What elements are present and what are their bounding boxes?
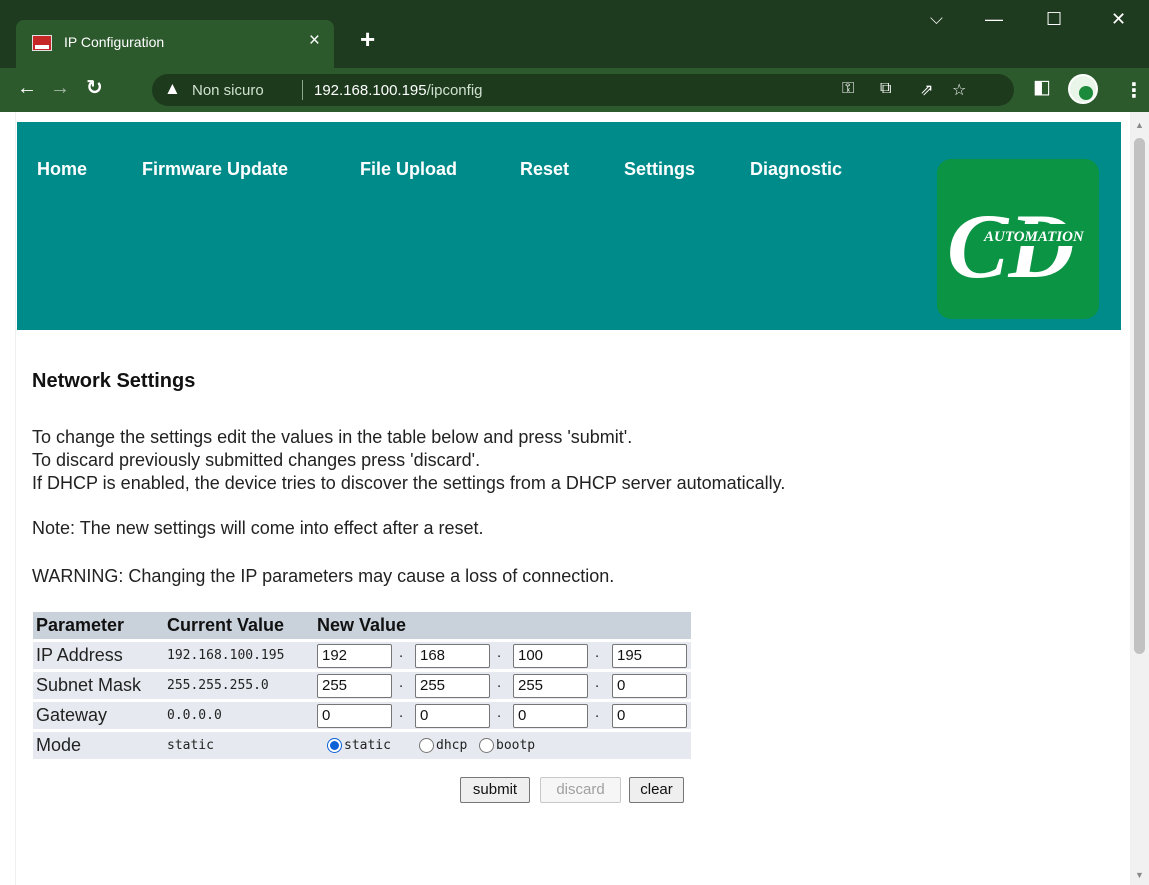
current-value: static xyxy=(167,738,214,753)
back-icon[interactable]: ← xyxy=(17,78,37,98)
url-text[interactable]: 192.168.100.195/ipconfig xyxy=(314,82,483,99)
ip-octet-3-input[interactable]: 100 xyxy=(513,644,588,668)
address-separator xyxy=(302,80,303,100)
insecure-label[interactable]: Non sicuro xyxy=(192,82,264,99)
browser-titlebar: IP Configuration × + ⌵ — ☐ ✕ xyxy=(0,0,1149,68)
cd-automation-logo: CD AUTOMATION xyxy=(937,159,1099,319)
url-host: 192.168.100.195 xyxy=(314,82,427,99)
octet-separator: . xyxy=(497,674,502,691)
header-current-value: Current Value xyxy=(167,615,285,635)
intro-line-1: To change the settings edit the values i… xyxy=(32,427,633,447)
page-title: Network Settings xyxy=(32,370,196,392)
forward-icon[interactable]: → xyxy=(50,78,70,98)
nav-firmware-update[interactable]: Firmware Update xyxy=(142,159,288,180)
warning-text: WARNING: Changing the IP parameters may … xyxy=(32,566,615,586)
intro-line-2: To discard previously submitted changes … xyxy=(32,450,481,470)
gateway-octet-2-input[interactable]: 0 xyxy=(415,704,490,728)
mode-dhcp-label[interactable]: dhcp xyxy=(436,732,467,759)
note-text: Note: The new settings will come into ef… xyxy=(32,518,484,538)
gateway-octet-1-input[interactable]: 0 xyxy=(317,704,392,728)
mode-bootp-radio[interactable] xyxy=(479,738,494,753)
share-icon[interactable]: ⇗ xyxy=(920,80,933,100)
scroll-down-icon[interactable]: ▼ xyxy=(1135,870,1144,880)
key-icon[interactable]: ⚿ xyxy=(842,80,854,98)
octet-separator: . xyxy=(497,644,502,661)
favicon-icon xyxy=(32,35,52,51)
tab-search-icon[interactable]: ⌵ xyxy=(930,10,943,27)
clear-button[interactable]: clear xyxy=(629,777,684,803)
nav-settings[interactable]: Settings xyxy=(624,159,695,180)
gateway-octet-4-input[interactable]: 0 xyxy=(612,704,687,728)
intro-line-3: If DHCP is enabled, the device tries to … xyxy=(32,473,786,493)
url-path: /ipconfig xyxy=(426,82,483,99)
translate-icon[interactable]: ⧉ xyxy=(880,80,891,98)
sidepanel-icon[interactable]: ◧ xyxy=(1033,78,1051,97)
address-bar[interactable]: ▲ Non sicuro 192.168.100.195/ipconfig ⚿ … xyxy=(152,74,1014,106)
param-label: IP Address xyxy=(36,645,123,665)
header-new-value: New Value xyxy=(317,615,407,635)
maximize-icon[interactable]: ☐ xyxy=(1046,10,1062,28)
current-value: 192.168.100.195 xyxy=(167,648,285,663)
table-row-subnet-mask: Subnet Mask 255.255.255.0 255 . 255 . 25… xyxy=(33,672,691,699)
octet-separator: . xyxy=(399,704,404,721)
left-edge xyxy=(0,112,16,885)
table-row-mode: Mode static static dhcp bootp xyxy=(33,732,691,759)
close-window-icon[interactable]: ✕ xyxy=(1111,10,1126,28)
site-header: Home Firmware Update File Upload Reset S… xyxy=(17,122,1121,330)
warning-icon[interactable]: ▲ xyxy=(164,79,181,99)
octet-separator: . xyxy=(399,644,404,661)
octet-separator: . xyxy=(595,644,600,661)
scroll-up-icon[interactable]: ▲ xyxy=(1135,120,1144,130)
current-value: 255.255.255.0 xyxy=(167,678,269,693)
mode-static-label[interactable]: static xyxy=(344,732,391,759)
nav-file-upload[interactable]: File Upload xyxy=(360,159,457,180)
nav-home[interactable]: Home xyxy=(37,159,87,180)
profile-avatar[interactable] xyxy=(1068,74,1098,104)
octet-separator: . xyxy=(595,674,600,691)
table-header-row: Parameter Current Value New Value xyxy=(33,612,691,639)
param-label: Mode xyxy=(36,735,82,755)
octet-separator: . xyxy=(399,674,404,691)
new-tab-button[interactable]: + xyxy=(360,26,375,52)
submit-button[interactable]: submit xyxy=(460,777,530,803)
scroll-thumb[interactable] xyxy=(1134,138,1145,654)
table-row-gateway: Gateway 0.0.0.0 0 . 0 . 0 . 0 xyxy=(33,702,691,729)
octet-separator: . xyxy=(497,704,502,721)
ip-octet-1-input[interactable]: 192 xyxy=(317,644,392,668)
browser-tab[interactable]: IP Configuration × xyxy=(16,20,334,68)
octet-separator: . xyxy=(595,704,600,721)
browser-toolbar: ← → ↻ ▲ Non sicuro 192.168.100.195/ipcon… xyxy=(0,68,1149,112)
table-row-ip-address: IP Address 192.168.100.195 192 . 168 . 1… xyxy=(33,642,691,669)
nav-diagnostic[interactable]: Diagnostic xyxy=(750,159,842,180)
vertical-scrollbar[interactable]: ▲ ▼ xyxy=(1130,112,1149,885)
discard-button[interactable]: discard xyxy=(540,777,621,803)
mode-static-radio[interactable] xyxy=(327,738,342,753)
mode-dhcp-radio[interactable] xyxy=(419,738,434,753)
ip-octet-4-input[interactable]: 195 xyxy=(612,644,687,668)
current-value: 0.0.0.0 xyxy=(167,708,222,723)
subnet-octet-2-input[interactable]: 255 xyxy=(415,674,490,698)
header-parameter: Parameter xyxy=(36,615,125,635)
tab-title: IP Configuration xyxy=(64,34,165,50)
minimize-icon[interactable]: — xyxy=(985,10,1003,28)
gateway-octet-3-input[interactable]: 0 xyxy=(513,704,588,728)
logo-graphic: CD AUTOMATION xyxy=(947,195,1091,297)
nav-reset[interactable]: Reset xyxy=(520,159,569,180)
menu-icon[interactable]: ⋮ xyxy=(1124,78,1144,103)
subnet-octet-3-input[interactable]: 255 xyxy=(513,674,588,698)
page-viewport: Home Firmware Update File Upload Reset S… xyxy=(0,112,1149,885)
subnet-octet-1-input[interactable]: 255 xyxy=(317,674,392,698)
logo-subtitle: AUTOMATION xyxy=(983,229,1085,245)
mode-bootp-label[interactable]: bootp xyxy=(496,732,535,759)
param-label: Subnet Mask xyxy=(36,675,142,695)
reload-icon[interactable]: ↻ xyxy=(86,78,103,98)
tab-close-icon[interactable]: × xyxy=(309,31,320,50)
ip-octet-2-input[interactable]: 168 xyxy=(415,644,490,668)
subnet-octet-4-input[interactable]: 0 xyxy=(612,674,687,698)
param-label: Gateway xyxy=(36,705,108,725)
bookmark-star-icon[interactable]: ☆ xyxy=(952,80,966,100)
